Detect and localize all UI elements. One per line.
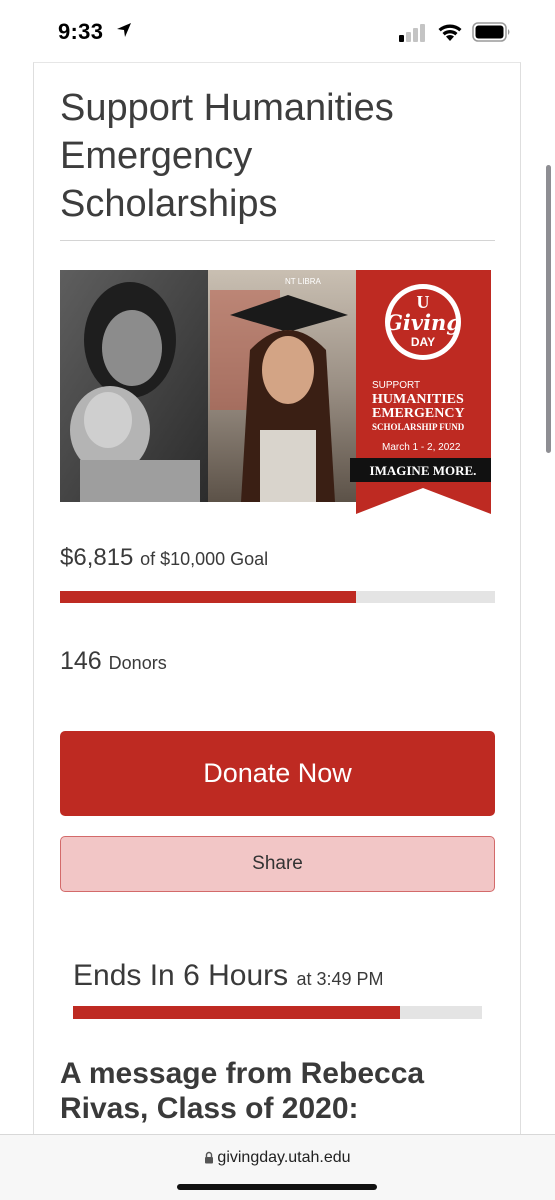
donate-now-button[interactable]: Donate Now — [60, 731, 495, 816]
fundraising-progress-fill — [60, 591, 357, 603]
banner-tagline: IMAGINE MORE. — [370, 463, 477, 478]
battery-icon — [472, 22, 510, 42]
countdown-progress-fill — [73, 1006, 401, 1019]
donors-label: Donors — [108, 653, 167, 673]
campaign-banner-image: NT LIBRA U Giving DAY SUPPORT HUMANITIES… — [60, 270, 491, 514]
message-heading: A message from Rebecca Rivas, Class of 2… — [60, 1057, 425, 1125]
banner-dates-text: March 1 - 2, 2022 — [382, 442, 461, 453]
banner-fund-text: SCHOLARSHIP FUND — [372, 422, 465, 432]
banner-humanities-text: HUMANITIES — [372, 392, 464, 407]
banner-support-text: SUPPORT — [372, 380, 420, 391]
campaign-title: Support Humanities Emergency Scholarship… — [60, 87, 394, 225]
donor-count-value: 146 — [60, 647, 102, 675]
status-time: 9:33 — [58, 19, 104, 44]
fundraising-progress-bar — [60, 591, 495, 603]
banner-logo-letter: U — [417, 292, 430, 312]
scrollbar[interactable] — [546, 165, 551, 453]
lock-icon — [205, 1151, 214, 1164]
ends-at-time: at 3:49 PM — [296, 969, 384, 989]
wifi-icon — [438, 24, 462, 41]
countdown: Ends In 6 Hours at 3:49 PM — [73, 959, 384, 993]
signal-icon — [399, 24, 425, 42]
share-button[interactable]: Share — [60, 836, 495, 892]
home-indicator[interactable] — [177, 1184, 377, 1190]
raised-amount-value: $6,815 — [60, 544, 134, 571]
donor-count: 146 Donors — [60, 647, 167, 676]
amount-raised: $6,815 of $10,000 Goal — [60, 544, 268, 572]
banner-emergency-text: EMERGENCY — [372, 406, 465, 421]
countdown-progress-bar — [73, 1006, 482, 1019]
banner-logo-giving: Giving — [385, 310, 461, 335]
url-text[interactable]: givingday.utah.edu — [217, 1149, 350, 1166]
ends-in-text: Ends In 6 Hours — [73, 959, 289, 992]
goal-text: of $10,000 Goal — [140, 549, 269, 569]
divider — [60, 240, 495, 241]
status-bar: 9:33 — [0, 0, 555, 62]
location-arrow-icon — [117, 23, 131, 37]
banner-sign-text: NT LIBRA — [285, 277, 322, 286]
browser-address-bar[interactable]: givingday.utah.edu — [0, 1134, 555, 1200]
banner-logo-day: DAY — [411, 335, 435, 349]
